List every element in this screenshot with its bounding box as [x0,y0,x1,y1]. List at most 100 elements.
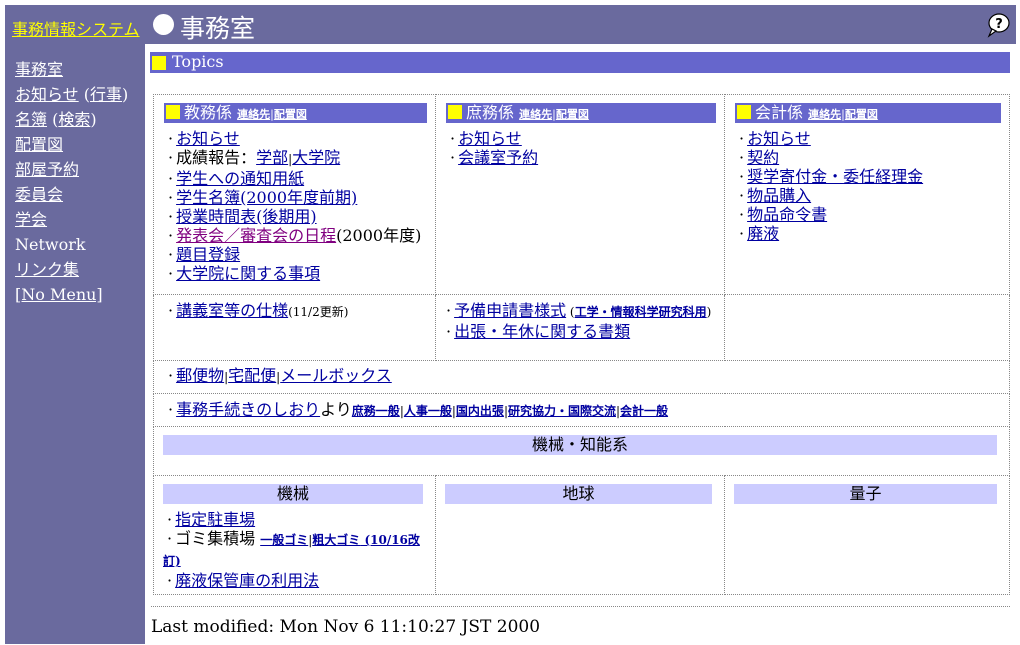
gomi-label: ゴミ集積場 [175,529,261,548]
kyomu-contact-link[interactable]: 連絡先 [237,108,270,121]
shiori-link[interactable]: 事務手続きのしおり [176,400,320,419]
sidebar-item[interactable]: 事務室 [15,57,128,82]
paren: ( [566,305,575,319]
topics-table: 教務係 連絡先|配置図 · お知らせ · 成績報告：学部|大学院 · 学生への通知用紙… [153,94,1010,595]
sidebar-link[interactable]: 事務室 [15,60,63,79]
chikyu-cell: 地球 [435,475,725,595]
sidebar-item[interactable]: [No Menu] [15,282,128,307]
yellow-square-icon [152,56,166,70]
chutei-link[interactable]: 指定駐車場 [175,510,255,529]
kyomu-section: 教務係 連絡先|配置図 · お知らせ · 成績報告：学部|大学院 · 学生への通知用紙… [153,94,436,295]
sidebar-item[interactable]: 部屋予約 [15,157,128,182]
yobi-cell: · 予備申請書様式 (工学・情報科学研究科用) · 出張・年休に関する書類 [435,294,725,361]
yellow-square-icon [737,105,751,119]
kogishitsu-link[interactable]: 講義室等の仕様 [176,301,288,320]
yubin-link[interactable]: 郵便物 [176,366,224,385]
tetsuzuki-link[interactable]: 庶務一般 [352,404,400,418]
daimoku-link[interactable]: 題目登録 [176,245,240,264]
sidebar-item[interactable]: 名簿 (検索) [15,107,128,132]
seiseki-label: 成績報告： [176,148,257,167]
sodai-gomi-link[interactable]: 粗大ゴミ [312,533,360,547]
white-circle-icon [153,14,174,35]
sidebar-link[interactable]: 配置図 [15,135,63,154]
shomu-oshirase-link[interactable]: お知らせ [458,129,522,148]
topics-bar: Topics [150,52,1010,73]
yobi-note-link[interactable]: 工学・情報科学研究科用 [575,305,707,319]
list-item: · 題目登録 [168,245,241,264]
yellow-square-icon [166,105,180,119]
daigakuin-link[interactable]: 大学院 [292,148,340,167]
list-item: · お知らせ [450,129,522,148]
list-item: · 発表会／審査会の日程(2000年度) [168,226,422,245]
tetsuzuki-link[interactable]: 人事一般 [404,404,452,418]
list-item: · 授業時間表(後期用) [168,207,317,226]
sidebar-item[interactable]: 学会 [15,207,128,232]
sidebar-text: ) [90,110,97,129]
ryoshi-header: 量子 [734,484,997,504]
kaikei-contact-link[interactable]: 連絡先 [808,108,841,121]
sidebar-link[interactable]: お知らせ [15,85,79,104]
list-item: · 物品購入 [739,186,812,205]
yobi-link[interactable]: 予備申請書様式 [454,301,566,320]
kaikei-map-link[interactable]: 配置図 [845,108,878,121]
daigakuin-jiko-link[interactable]: 大学院に関する事項 [176,264,320,283]
sidebar-link[interactable]: 検索 [58,110,90,129]
topics-label: Topics [172,52,224,71]
list-item: · 学生名簿(2000年度前期) [168,188,358,207]
meibo-link[interactable]: 学生名簿(2000年度前期) [176,188,357,207]
haieki-link[interactable]: 廃液 [747,224,779,243]
gakubu-link[interactable]: 学部 [256,148,288,167]
list-item: · 会議室予約 [450,148,539,167]
tsuchi-link[interactable]: 学生への通知用紙 [176,169,304,188]
list-item: · 学生への通知用紙 [168,169,305,188]
kyomu-oshirase-link[interactable]: お知らせ [176,129,240,148]
sidebar-item[interactable]: 配置図 [15,132,128,157]
sidebar-link[interactable]: リンク集 [15,260,79,279]
sidebar-link[interactable]: 行事 [90,85,122,104]
jikanwari-link[interactable]: 授業時間表(後期用) [176,207,317,226]
happyokai-link[interactable]: 発表会／審査会の日程 [176,226,336,245]
sidebar-link[interactable]: 部屋予約 [15,160,79,179]
sidebar-item[interactable]: 委員会 [15,182,128,207]
list-item: · お知らせ [739,129,811,148]
help-balloon-icon[interactable]: ? [985,12,1011,38]
ippan-gomi-link[interactable]: 一般ゴミ [260,533,308,547]
list-item: · 廃液 [739,224,780,243]
mailbox-link[interactable]: メールボックス [280,366,392,385]
kyomu-map-link[interactable]: 配置図 [274,108,307,121]
kikai-header: 機械 [163,484,423,504]
yori-text: より [320,400,352,419]
haieki-hokan-link[interactable]: 廃液保管庫の利用法 [175,571,319,590]
header-bar: 事務情報システム 事務室 ? [5,5,1016,44]
list-item: · 大学院に関する事項 [168,264,321,283]
shomu-map-link[interactable]: 配置図 [556,108,589,121]
keiyaku-link[interactable]: 契約 [747,148,779,167]
buppin-link[interactable]: 物品購入 [747,186,811,205]
shomu-title: 庶務係 [466,103,515,122]
kaigishitsu-link[interactable]: 会議室予約 [458,148,538,167]
sidebar-link[interactable]: 委員会 [15,185,63,204]
tetsuzuki-link[interactable]: 会計一般 [620,404,668,418]
shogaku-link[interactable]: 奨学寄付金・委任経理金 [747,167,923,186]
shomu-contact-link[interactable]: 連絡先 [519,108,552,121]
kaikei-oshirase-link[interactable]: お知らせ [747,129,811,148]
sidebar-item[interactable]: Network [15,232,128,257]
shucho-link[interactable]: 出張・年休に関する書類 [454,322,630,341]
kaikei-section: 会計係 連絡先|配置図 · お知らせ · 契約 · 奨学寄付金・委任経理金 · 物品購入… [724,94,1010,295]
sidebar-link[interactable]: [No Menu] [15,285,103,304]
sidebar-link[interactable]: 名簿 [15,110,47,129]
tetsuzuki-link[interactable]: 国内出張 [456,404,504,418]
sidebar-text: ) [122,85,129,104]
sidebar-link[interactable]: 学会 [15,210,47,229]
tetsuzuki-link[interactable]: 研究協力・国際交流 [508,404,616,418]
svg-text:?: ? [995,17,1003,32]
sidebar-text: ( [47,110,59,129]
kogishitsu-note: (11/2更新) [288,305,349,319]
nendo-text: (2000年度) [336,226,422,245]
takuhai-link[interactable]: 宅配便 [228,366,276,385]
list-item: · お知らせ [168,129,240,148]
system-home-link[interactable]: 事務情報システム [12,16,140,40]
meirei-link[interactable]: 物品命令書 [747,205,827,224]
sidebar-item[interactable]: お知らせ (行事) [15,82,128,107]
sidebar-item[interactable]: リンク集 [15,257,128,282]
